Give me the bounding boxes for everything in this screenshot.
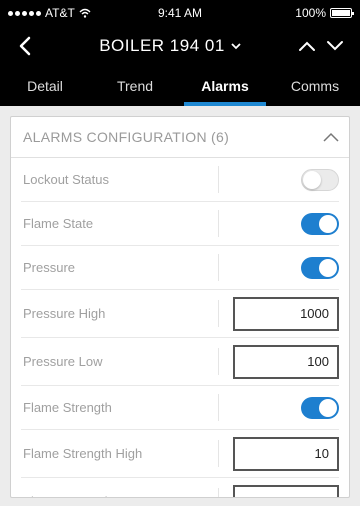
status-bar: AT&T 9:41 AM 100% [0,0,360,26]
collapse-chevron-up-icon[interactable] [323,132,339,142]
row-label: Flame Strength High [21,440,219,467]
signal-strength-icon [8,10,41,16]
row-label: Flame Strength Low [21,488,219,497]
tab-detail[interactable]: Detail [0,66,90,106]
tab-bar: Detail Trend Alarms Comms [0,66,360,106]
row-pressure-low: Pressure Low 100 [21,338,339,386]
row-control [219,256,339,279]
row-control [219,168,339,191]
flame-strength-high-input[interactable]: 10 [233,436,339,471]
status-left: AT&T [8,6,91,20]
pressure-high-input[interactable]: 1000 [233,296,339,331]
chevron-up-icon[interactable] [298,40,316,52]
row-flame-strength: Flame Strength [21,386,339,430]
row-control [219,396,339,419]
battery-icon [330,8,354,18]
panel-title: ALARMS CONFIGURATION (6) [23,129,230,145]
battery-percentage: 100% [295,6,326,20]
row-pressure: Pressure [21,246,339,290]
prev-next-nav [298,40,344,52]
panel-header[interactable]: ALARMS CONFIGURATION (6) [11,117,349,158]
chevron-down-icon[interactable] [326,40,344,52]
pressure-low-input[interactable]: 100 [233,344,339,379]
status-right: 100% [295,6,354,20]
tab-alarms[interactable]: Alarms [180,66,270,106]
flame-strength-low-input[interactable]: 1 [233,484,339,497]
row-flame-strength-high: Flame Strength High 10 [21,430,339,478]
app-header-area: AT&T 9:41 AM 100% BOILER 194 01 Detail T… [0,0,360,106]
wifi-icon [79,8,91,18]
flame-strength-toggle[interactable] [301,396,339,419]
page-title: BOILER 194 01 [99,36,225,55]
row-label: Flame Strength [21,394,219,421]
row-control: 1 [219,484,339,497]
row-flame-strength-low: Flame Strength Low 1 [21,478,339,497]
row-pressure-high: Pressure High 1000 [21,290,339,338]
tab-trend[interactable]: Trend [90,66,180,106]
nav-header: BOILER 194 01 [0,26,360,66]
chevron-down-icon [231,43,241,50]
row-label: Flame State [21,210,219,237]
row-label: Pressure High [21,300,219,327]
row-label: Pressure [21,254,219,281]
row-control: 100 [219,344,339,379]
device-selector[interactable]: BOILER 194 01 [99,36,241,56]
main-content: ALARMS CONFIGURATION (6) Lockout Status … [0,106,360,498]
row-control: 1000 [219,296,339,331]
carrier-name: AT&T [45,6,75,20]
row-lockout-status: Lockout Status [21,158,339,202]
row-label: Lockout Status [21,166,219,193]
back-button[interactable] [18,34,42,58]
tab-comms[interactable]: Comms [270,66,360,106]
row-flame-state: Flame State [21,202,339,246]
lockout-status-toggle[interactable] [301,168,339,191]
flame-state-toggle[interactable] [301,212,339,235]
row-label: Pressure Low [21,348,219,375]
row-control [219,212,339,235]
config-rows: Lockout Status Flame State Pressure Pres… [11,158,349,497]
chevron-left-icon [19,36,31,56]
row-control: 10 [219,436,339,471]
pressure-toggle[interactable] [301,256,339,279]
alarms-config-panel: ALARMS CONFIGURATION (6) Lockout Status … [10,116,350,498]
